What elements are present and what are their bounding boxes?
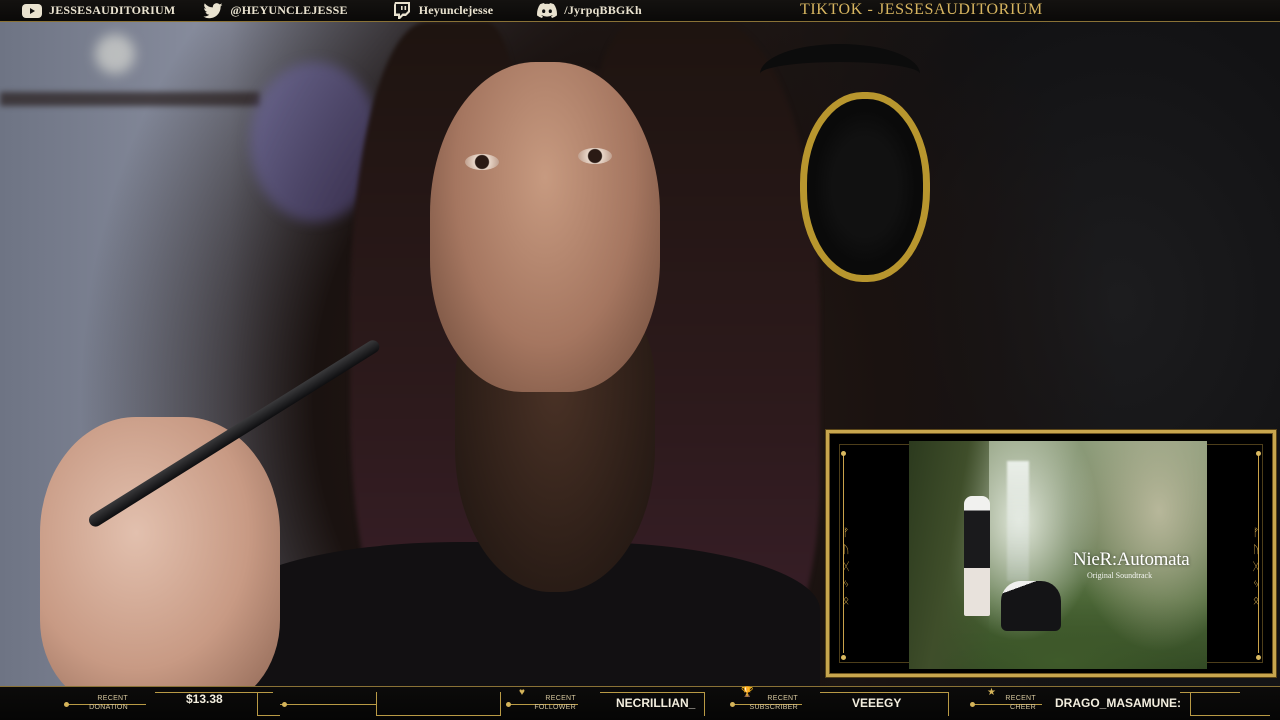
recent-donation-value: $13.38 [186, 692, 223, 706]
eye-left [465, 154, 499, 170]
bar-ornament-line [1190, 692, 1191, 716]
recent-cheer-label-line1: RECENT [1005, 695, 1036, 702]
bar-ornament-line [257, 692, 258, 716]
bar-ornament-dot [64, 702, 69, 707]
frame-ornament-dot [1256, 655, 1261, 660]
album-figure-sitting [1001, 581, 1061, 631]
social-discord[interactable]: /JyrpqBBGKh [537, 0, 642, 22]
bar-ornament-line [600, 692, 705, 693]
recent-donation-label-line1: RECENT [97, 695, 128, 702]
recent-cheer-label: RECENT CHEER [984, 694, 1036, 712]
album-cover: NieR:Automata Original Soundtrack [909, 441, 1207, 669]
eye-right [578, 148, 612, 164]
headphone-band [760, 44, 920, 104]
social-discord-label: /JyrpqBBGKh [564, 3, 642, 17]
bottom-alerts-bar: RECENT DONATION $13.38 ♥ RECENT FOLLOWER… [0, 686, 1280, 720]
glyph-icon: ᛟ [842, 595, 850, 607]
bar-ornament-dot [282, 702, 287, 707]
hand [40, 417, 280, 707]
recent-cheer-value: DRAGO_MASAMUNE: [1055, 696, 1181, 710]
bar-ornament-line [820, 692, 948, 693]
recent-donation-label-line2: DONATION [89, 704, 128, 711]
bar-ornament-line [258, 715, 280, 716]
social-youtube-label: JESSESAUDITORIUM [49, 3, 176, 17]
right-glyph-column: ᚠ ᚢ ᚷ ᛃ ᛟ [1249, 527, 1263, 607]
recent-follower-value: NECRILLIAN_ [616, 696, 696, 710]
glyph-icon: ᚢ [1252, 544, 1260, 556]
album-waterfall [1007, 461, 1029, 581]
recent-subscriber-label-line1: RECENT [767, 695, 798, 702]
social-twitter-label: @HEYUNCLEJESSE [230, 3, 348, 17]
discord-icon [537, 3, 558, 18]
glyph-icon: ᚠ [1252, 527, 1260, 539]
recent-subscriber-label-line2: SUBSCRIBER [749, 704, 798, 711]
recent-follower-label: RECENT FOLLOWER [524, 694, 576, 712]
bar-ornament-line [1190, 715, 1270, 716]
album-title: NieR:Automata [1073, 549, 1190, 570]
headphone-cup [800, 92, 930, 282]
bar-ornament-dot [730, 702, 735, 707]
bar-ornament-line [376, 715, 500, 716]
bar-ornament-line [704, 692, 705, 716]
album-figure-standing [964, 496, 990, 616]
glyph-icon: ᚢ [842, 544, 850, 556]
bar-ornament-line [1180, 692, 1240, 693]
twitter-icon [203, 2, 223, 18]
glyph-icon: ᛃ [842, 578, 850, 590]
recent-subscriber-value: VEEEGY [852, 696, 902, 710]
bar-ornament-dot [970, 702, 975, 707]
glyph-icon: ᛃ [1252, 578, 1260, 590]
recent-follower-label-line1: RECENT [545, 695, 576, 702]
recent-donation-label: RECENT DONATION [76, 694, 128, 712]
recent-subscriber-label: RECENT SUBSCRIBER [744, 694, 798, 712]
bar-ornament-dot [506, 702, 511, 707]
top-social-bar: JESSESAUDITORIUM @HEYUNCLEJESSE Heyuncle… [0, 0, 1280, 22]
face [430, 62, 660, 392]
now-playing-panel: ᚠ ᚢ ᚷ ᛃ ᛟ ᚠ ᚢ ᚷ ᛃ ᛟ NieR:Automata Origin… [826, 430, 1276, 677]
bar-ornament-line [500, 692, 501, 716]
frame-ornament-dot [1256, 451, 1261, 456]
frame-ornament-dot [841, 451, 846, 456]
twitch-icon [392, 2, 412, 19]
social-twitch[interactable]: Heyunclejesse [392, 0, 494, 22]
recent-follower-label-line2: FOLLOWER [534, 704, 576, 711]
social-twitch-label: Heyunclejesse [418, 3, 494, 17]
bar-ornament-line [280, 704, 376, 705]
background-light [95, 34, 135, 74]
frame-ornament-dot [841, 655, 846, 660]
tiktok-handle[interactable]: TIKTOK - JESSESAUDITORIUM [800, 0, 1043, 22]
recent-cheer-label-line2: CHEER [1009, 704, 1036, 711]
glyph-icon: ᛟ [1252, 595, 1260, 607]
glyph-icon: ᚷ [842, 561, 850, 573]
left-glyph-column: ᚠ ᚢ ᚷ ᛃ ᛟ [839, 527, 853, 607]
social-youtube[interactable]: JESSESAUDITORIUM [22, 0, 175, 22]
social-twitter[interactable]: @HEYUNCLEJESSE [203, 0, 347, 22]
bar-ornament-line [948, 692, 949, 716]
youtube-icon [22, 3, 42, 18]
album-subtitle: Original Soundtrack [1087, 571, 1153, 580]
glyph-icon: ᚠ [842, 527, 850, 539]
glyph-icon: ᚷ [1252, 561, 1260, 573]
bar-ornament-line [376, 692, 377, 716]
background-shelf [0, 92, 260, 106]
